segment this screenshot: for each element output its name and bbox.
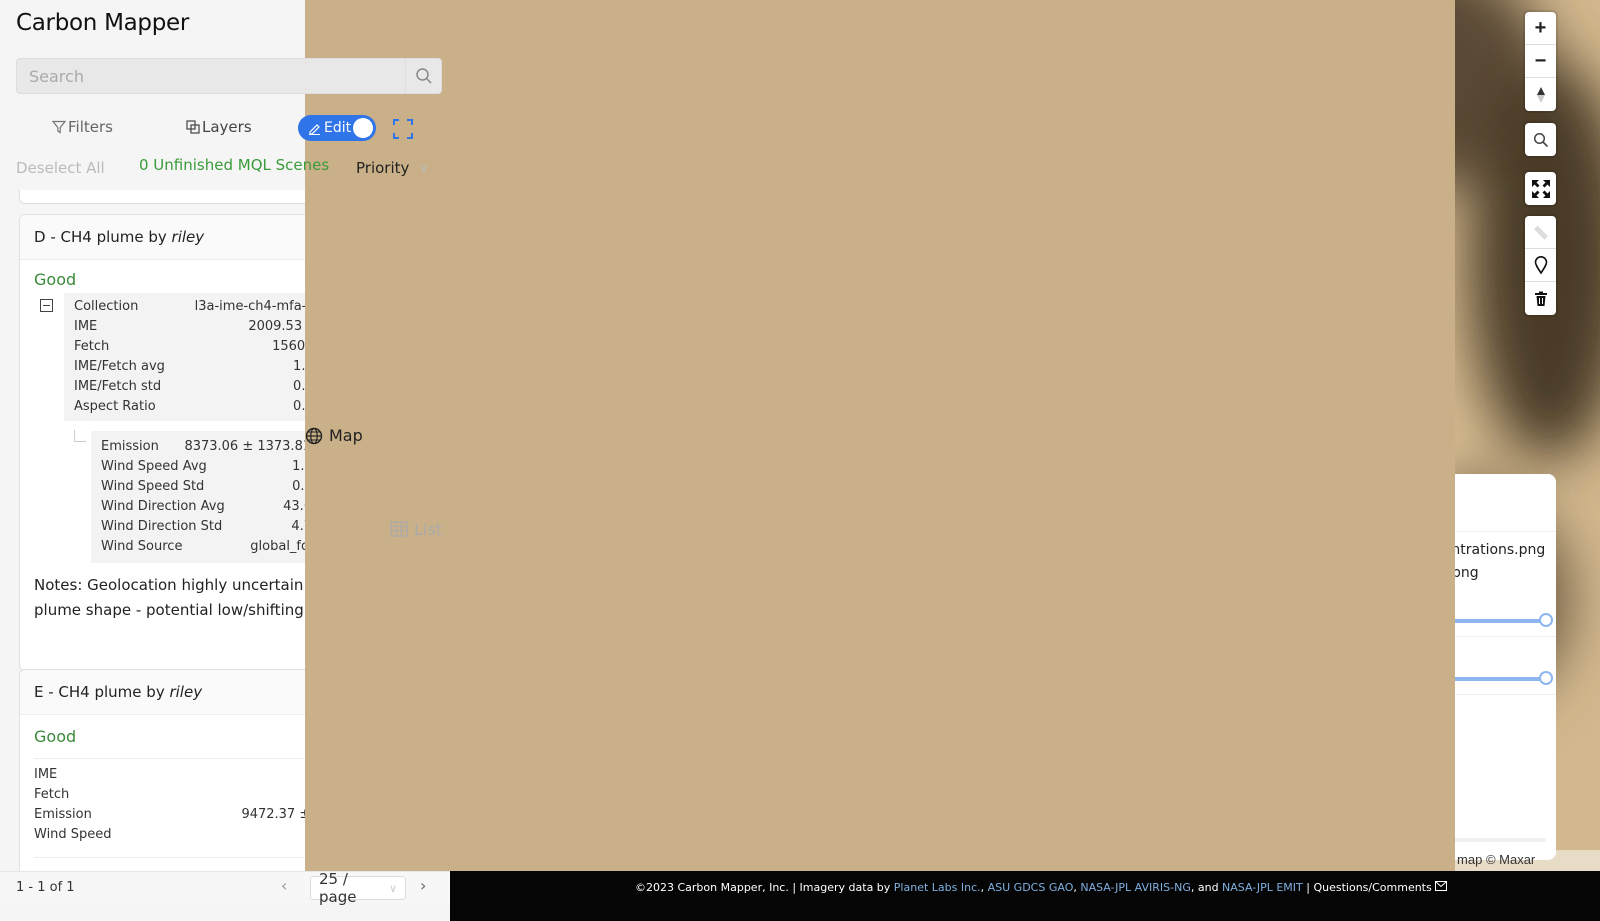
toolbar: Filters Layers Edit (0, 110, 458, 146)
delete-button[interactable] (1525, 282, 1556, 315)
map-pin-icon (1534, 256, 1547, 274)
fit-bounds-control (1525, 172, 1556, 205)
app-root: Carbon Mapper Map List Filters (0, 0, 1600, 921)
deselect-all-button[interactable]: Deselect All (16, 159, 105, 177)
map-search-button[interactable] (1525, 123, 1556, 156)
aviris-link[interactable]: NASA-JPL AVIRIS-NG (1080, 881, 1191, 894)
tab-map-label: Map (329, 426, 363, 445)
collapse-icon[interactable] (40, 299, 53, 312)
globe-icon (305, 427, 323, 444)
zoom-controls: + − (1525, 12, 1556, 111)
chevron-down-icon: ∨ (419, 161, 429, 175)
ime-details: Collection l3a-ime-ch4-mfa-v1 IME 2009.53 … (40, 293, 332, 421)
tab-list[interactable]: List (390, 170, 830, 888)
list-subbar: Deselect All 0 Unfinished MQL Scenes Pri… (0, 152, 458, 184)
trash-icon (1534, 291, 1547, 306)
compass-icon (1536, 86, 1545, 103)
card-title: E - CH4 plume by riley (34, 683, 203, 701)
fullscreen-icon (393, 119, 413, 139)
search-box (16, 58, 442, 94)
expand-arrows-icon (1531, 179, 1550, 198)
detail-row: IME/Fetch avg1.55 (74, 359, 322, 374)
quality-label: Good (34, 270, 77, 289)
fit-bounds-button[interactable] (1525, 172, 1556, 205)
detail-row: Fetch 1560 m (74, 339, 322, 354)
search-button[interactable] (405, 59, 441, 93)
card-title: D - CH4 plume by riley (34, 228, 205, 246)
mql-scenes-link[interactable]: 0 Unfinished MQL Scenes (139, 156, 329, 174)
map-search-control (1525, 123, 1556, 156)
table-icon (390, 521, 408, 537)
layers-label: Layers (202, 118, 252, 136)
app-title: Carbon Mapper (16, 10, 190, 36)
questions-link[interactable]: | Questions/Comments (1303, 881, 1431, 894)
ruler-icon (1533, 225, 1548, 240)
zoom-out-button[interactable]: − (1525, 45, 1556, 78)
filters-label: Filters (68, 118, 113, 136)
minus-icon: − (1534, 49, 1547, 72)
tab-list-label: List (414, 519, 442, 539)
edit-label: Edit (324, 120, 352, 136)
card-author: riley (171, 228, 205, 246)
edit-toggle[interactable]: Edit (298, 115, 376, 141)
mail-icon[interactable] (1435, 881, 1448, 891)
result-count: 1 - 1 of 1 (16, 880, 75, 895)
draw-line-button[interactable] (1525, 216, 1556, 249)
sidebar-header: Carbon Mapper Map List Filters (0, 0, 1455, 871)
planet-labs-link[interactable]: Planet Labs Inc. (894, 881, 981, 894)
tree-connector (74, 430, 86, 442)
draw-point-button[interactable] (1525, 249, 1556, 282)
slider-handle[interactable] (1539, 671, 1553, 685)
layers-icon (186, 120, 200, 134)
slider-handle[interactable] (1539, 613, 1553, 627)
sort-select[interactable]: Priority ∨ (356, 159, 428, 177)
search-input[interactable] (17, 59, 405, 93)
fullscreen-button[interactable] (392, 118, 414, 140)
detail-row: Aspect Ratio0.08 (74, 399, 322, 414)
search-icon (1533, 132, 1548, 147)
detail-row: IME 2009.53 kg (74, 319, 322, 334)
pencil-icon (309, 123, 320, 135)
zoom-in-button[interactable]: + (1525, 12, 1556, 45)
draw-controls (1525, 216, 1556, 315)
emit-link[interactable]: NASA-JPL EMIT (1222, 881, 1303, 894)
plus-icon: + (1534, 16, 1547, 39)
sort-value: Priority (356, 159, 410, 177)
filter-icon (52, 120, 66, 134)
card-author: riley (169, 683, 203, 701)
sidebar: Carbon Mapper Map List Filters (0, 0, 1455, 921)
toggle-knob (353, 118, 373, 138)
asu-link[interactable]: ASU GDCS GAO (988, 881, 1074, 894)
pagination: 1 - 1 of 1 ‹ 25 / page ∨ › (0, 870, 450, 906)
quality-label: Good (34, 727, 77, 746)
page-size-value: 25 / page (319, 870, 357, 906)
layers-button[interactable]: Layers (186, 118, 252, 136)
search-icon (415, 68, 432, 84)
detail-row: Collection l3a-ime-ch4-mfa-v1 (74, 299, 322, 314)
prev-page-button[interactable]: ‹ (281, 876, 287, 895)
compass-button[interactable] (1525, 78, 1556, 111)
detail-row: IME/Fetch std0.27 (74, 379, 322, 394)
filters-button[interactable]: Filters (52, 118, 113, 136)
